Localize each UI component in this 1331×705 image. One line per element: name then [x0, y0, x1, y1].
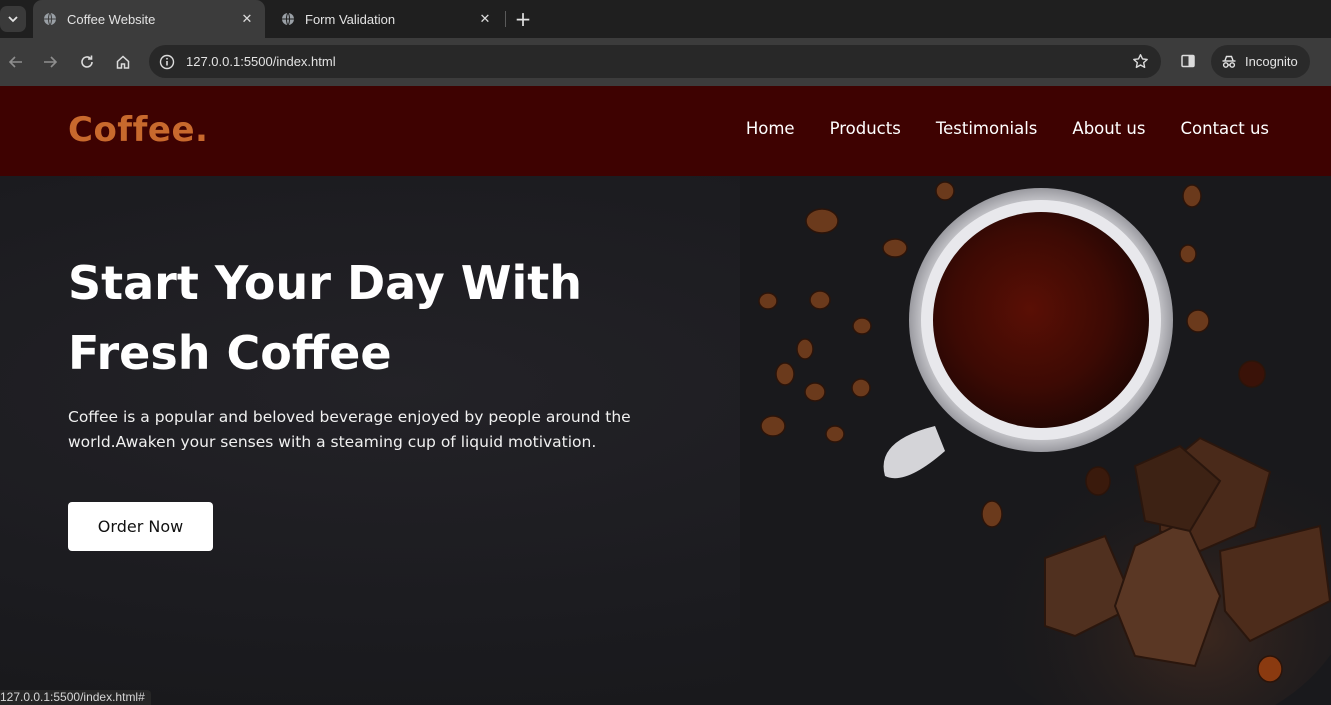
tab-title: Coffee Website	[67, 11, 156, 27]
tab-title: Form Validation	[305, 11, 396, 27]
side-panel-button[interactable]	[1178, 51, 1198, 71]
hero-description: Coffee is a popular and beloved beverage…	[68, 408, 631, 451]
info-icon[interactable]	[157, 52, 177, 72]
nav-links: Home Products Testimonials About us Cont…	[746, 119, 1269, 138]
home-button[interactable]	[111, 50, 135, 74]
coffee-cup-image	[740, 176, 1331, 705]
site-navbar: Coffee. Home Products Testimonials About…	[0, 86, 1331, 176]
tab-coffee-website[interactable]: Coffee Website ✕	[33, 0, 265, 38]
nav-link-about[interactable]: About us	[1072, 119, 1145, 138]
star-icon[interactable]	[1131, 52, 1149, 70]
web-page: Coffee. Home Products Testimonials About…	[0, 86, 1331, 705]
hero-title-line2: Fresh Coffee	[68, 326, 392, 380]
address-bar[interactable]: 127.0.0.1:5500/index.html	[149, 45, 1161, 78]
reload-button[interactable]	[75, 50, 99, 74]
close-icon[interactable]: ✕	[239, 11, 255, 27]
nav-link-testimonials[interactable]: Testimonials	[936, 119, 1038, 138]
hero-section: Start Your Day With Fresh Coffee Coffee …	[0, 176, 1331, 705]
url-text[interactable]: 127.0.0.1:5500/index.html	[186, 54, 336, 69]
globe-icon	[281, 12, 295, 26]
globe-icon	[43, 12, 57, 26]
back-button[interactable]	[4, 50, 28, 74]
side-panel-icon	[1181, 54, 1195, 68]
tab-separator	[505, 11, 506, 27]
close-icon[interactable]: ✕	[477, 11, 493, 27]
chevron-down-icon	[8, 16, 18, 23]
nav-link-contact[interactable]: Contact us	[1181, 119, 1270, 138]
hero-title: Start Your Day With Fresh Coffee	[68, 248, 688, 388]
browser-toolbar: 127.0.0.1:5500/index.html Incognito	[0, 38, 1331, 86]
nav-link-products[interactable]: Products	[830, 119, 901, 138]
tab-search-button[interactable]	[0, 6, 26, 32]
site-logo[interactable]: Coffee.	[68, 110, 208, 150]
incognito-label: Incognito	[1245, 54, 1298, 69]
arrow-left-icon	[8, 56, 22, 68]
hero-title-line1: Start Your Day With	[68, 256, 583, 310]
plus-icon: +	[514, 7, 532, 31]
home-icon	[116, 55, 130, 69]
nav-link-home[interactable]: Home	[746, 119, 795, 138]
arrow-right-icon	[44, 56, 58, 68]
reload-icon	[81, 55, 93, 68]
forward-button[interactable]	[38, 50, 62, 74]
incognito-icon	[1222, 55, 1236, 68]
tab-strip: Coffee Website ✕ Form Validation ✕ +	[0, 0, 1331, 38]
status-bar-link-preview: 127.0.0.1:5500/index.html#	[0, 690, 151, 705]
tab-form-validation[interactable]: Form Validation ✕	[271, 0, 503, 38]
new-tab-button[interactable]: +	[512, 7, 534, 31]
order-now-button[interactable]: Order Now	[68, 502, 213, 551]
incognito-indicator[interactable]: Incognito	[1211, 45, 1310, 78]
